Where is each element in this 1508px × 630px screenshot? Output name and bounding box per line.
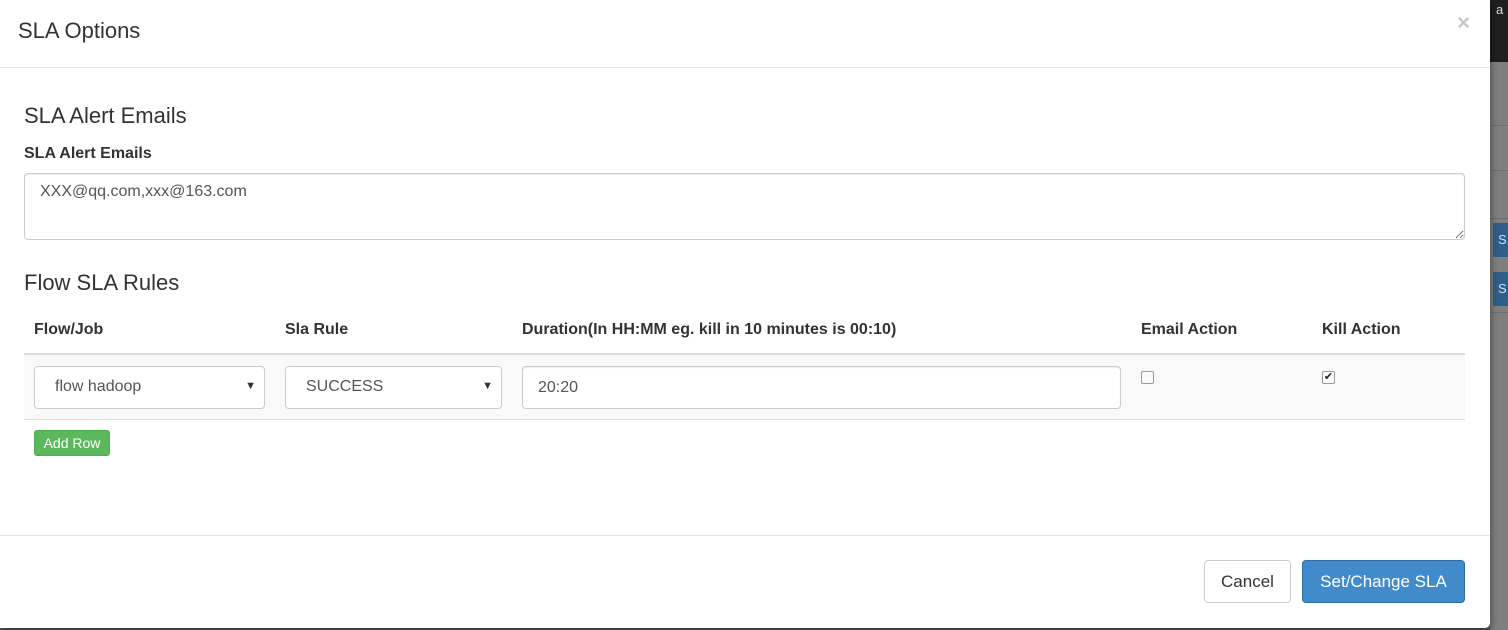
table-row: flow hadoop ▼ SUCCESS ▼ 20:20 ✔	[24, 354, 1465, 420]
table-header-row: Flow/Job Sla Rule Duration(In HH:MM eg. …	[24, 308, 1465, 355]
background-divider	[1490, 170, 1508, 171]
background-header: a	[1490, 0, 1508, 62]
set-change-sla-button[interactable]: Set/Change SLA	[1302, 560, 1465, 603]
dropdown-arrow-icon: ▼	[482, 380, 493, 392]
checkmark-icon: ✔	[1323, 371, 1334, 383]
alert-emails-field[interactable]: XXX@qq.com,xxx@163.com	[24, 173, 1465, 240]
column-header-duration: Duration(In HH:MM eg. kill in 10 minutes…	[512, 308, 1131, 355]
column-header-flow-job: Flow/Job	[24, 308, 275, 355]
background-button: S	[1493, 223, 1508, 257]
flow-job-cell: flow hadoop ▼	[24, 354, 275, 420]
duration-input[interactable]	[522, 366, 1121, 409]
email-action-checkbox[interactable]	[1141, 371, 1154, 384]
dropdown-arrow-icon: ▼	[245, 380, 256, 392]
background-divider	[1490, 125, 1508, 126]
flow-job-value: flow hadoop	[55, 378, 142, 395]
modal-footer: Cancel Set/Change SLA	[0, 535, 1490, 628]
column-header-email-action: Email Action	[1131, 308, 1312, 355]
modal-title: SLA Options	[18, 18, 141, 43]
add-row-button[interactable]: Add Row	[34, 430, 110, 456]
duration-cell	[512, 354, 1131, 420]
background-button: S	[1493, 272, 1508, 306]
cancel-button[interactable]: Cancel	[1204, 560, 1291, 603]
kill-action-checkbox[interactable]: ✔	[1322, 371, 1335, 384]
close-icon[interactable]: ×	[1457, 12, 1470, 34]
background-page	[1490, 0, 1508, 630]
sla-rule-select[interactable]: SUCCESS ▼	[285, 366, 502, 409]
background-divider	[1490, 312, 1508, 313]
modal-body: SLA Alert Emails SLA Alert Emails XXX@qq…	[0, 68, 1490, 535]
sla-rule-value: SUCCESS	[306, 378, 384, 395]
sla-options-modal: SLA Options × SLA Alert Emails SLA Alert…	[0, 0, 1490, 628]
alert-emails-label: SLA Alert Emails	[24, 145, 152, 162]
email-action-cell	[1131, 354, 1312, 420]
flow-job-select[interactable]: flow hadoop ▼	[34, 366, 265, 409]
modal-header: SLA Options ×	[0, 0, 1490, 68]
kill-action-cell: ✔	[1312, 354, 1465, 420]
alert-emails-heading: SLA Alert Emails	[24, 103, 187, 128]
flow-sla-rules-heading: Flow SLA Rules	[24, 270, 180, 295]
sla-rule-cell: SUCCESS ▼	[275, 354, 512, 420]
sla-rules-table: Flow/Job Sla Rule Duration(In HH:MM eg. …	[24, 308, 1465, 420]
column-header-kill-action: Kill Action	[1312, 308, 1465, 355]
background-divider	[1490, 218, 1508, 219]
column-header-sla-rule: Sla Rule	[275, 308, 512, 355]
